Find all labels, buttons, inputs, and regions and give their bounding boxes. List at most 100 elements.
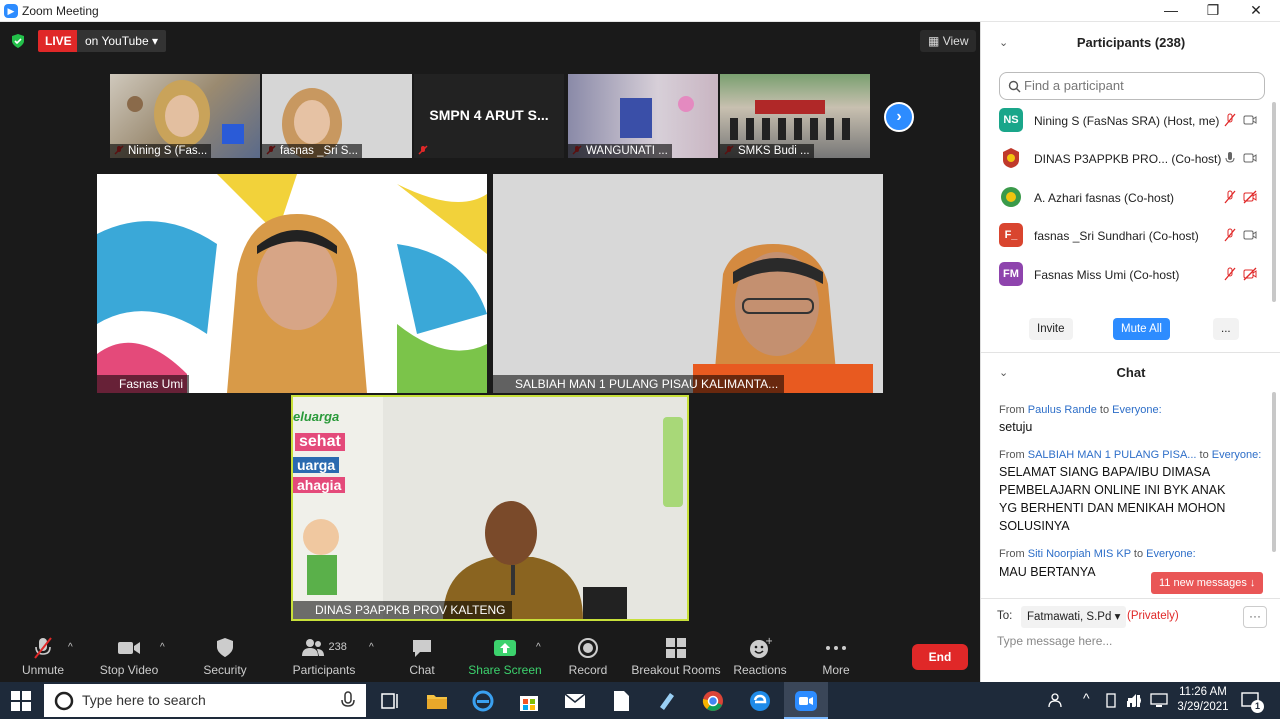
participant-search-input[interactable]: Find a participant	[999, 72, 1265, 100]
video-thumbnail[interactable]: SMPN 4 ARUT S...	[414, 74, 564, 158]
participant-name: Fasnas Miss Umi (Co-host)	[1034, 268, 1180, 282]
chat-button[interactable]: Chat	[377, 636, 467, 677]
mail-icon[interactable]	[563, 689, 587, 713]
participants-icon	[302, 639, 325, 656]
participant-avatar-logo-icon	[1001, 187, 1021, 207]
minimize-button[interactable]: —	[1156, 2, 1186, 18]
participant-avatar-emblem-icon	[1003, 148, 1019, 168]
thumbnail-name: Nining S (Fas...	[110, 144, 212, 158]
video-camera-icon	[1243, 230, 1257, 240]
side-panel: ⌄ Participants (238) Find a participant …	[980, 22, 1280, 682]
video-thumbnail[interactable]: SMKS Budi ...	[720, 74, 870, 158]
participant-row[interactable]: A. Azhari fasnas (Co-host)	[999, 182, 1259, 216]
more-button[interactable]: More	[791, 636, 881, 677]
breakout-rooms-label: Breakout Rooms	[631, 663, 721, 677]
participant-row[interactable]: FM Fasnas Miss Umi (Co-host)	[999, 259, 1259, 293]
taskbar-clock[interactable]: 11:26 AM 3/29/2021	[1174, 685, 1232, 715]
video-camera-icon	[118, 642, 140, 654]
participant-video-icon	[303, 417, 683, 619]
reactions-label: Reactions	[733, 663, 787, 677]
chat-recipient-select[interactable]: Fatmawati, S.Pd ▾	[1021, 606, 1127, 628]
thumbnail-name: fasnas _Sri S...	[262, 144, 362, 158]
chat-scrollbar[interactable]	[1272, 392, 1276, 552]
video-tile-fasnas-umi[interactable]: Fasnas Umi	[97, 174, 487, 393]
participants-options-caret[interactable]: ^	[369, 642, 374, 653]
live-badge[interactable]: LIVE	[38, 30, 79, 52]
to-label: to	[1199, 449, 1209, 461]
breakout-rooms-button[interactable]: Breakout Rooms	[628, 636, 724, 677]
video-thumbnail[interactable]: fasnas _Sri S...	[262, 74, 412, 158]
audio-options-caret[interactable]: ^	[68, 642, 73, 653]
notes-icon[interactable]	[655, 689, 679, 713]
internet-explorer-icon[interactable]	[471, 689, 495, 713]
search-icon	[1008, 80, 1021, 93]
taskbar-search-input[interactable]: Type here to search	[44, 684, 366, 717]
participant-name: A. Azhari fasnas (Co-host)	[1034, 191, 1175, 205]
store-icon[interactable]	[517, 689, 541, 713]
meeting-toolbar: Unmute ^ Stop Video ^ Security 238 Parti…	[0, 632, 980, 682]
invite-button[interactable]: Invite	[1029, 318, 1073, 340]
participants-button[interactable]: 238 Participants	[279, 636, 369, 677]
video-tile-salbiah[interactable]: SALBIAH MAN 1 PULANG PISAU KALIMANTA...	[493, 174, 883, 393]
share-options-caret[interactable]: ^	[536, 642, 541, 653]
close-button[interactable]: ✕	[1241, 2, 1271, 19]
edge-icon[interactable]	[748, 689, 772, 713]
participant-row[interactable]: F_ fasnas _Sri Sundhari (Co-host)	[999, 220, 1259, 254]
view-label: View	[942, 34, 969, 48]
video-tile-dinas-active-speaker[interactable]: eluarga sehat uarga ahagia DINAS P3APPKB…	[291, 395, 689, 621]
file-explorer-icon[interactable]	[425, 689, 449, 713]
microphone-icon[interactable]	[340, 691, 356, 711]
cortana-circle-icon	[54, 691, 74, 711]
new-messages-button[interactable]: 11 new messages ↓	[1151, 572, 1264, 594]
chat-recipient[interactable]: Everyone:	[1146, 548, 1196, 560]
chat-recipient[interactable]: Everyone:	[1112, 404, 1162, 416]
encryption-shield-icon[interactable]	[10, 33, 26, 49]
windows-start-icon[interactable]	[11, 691, 31, 711]
unmute-button[interactable]: Unmute	[0, 636, 88, 677]
people-icon[interactable]	[1048, 692, 1064, 708]
chat-message-input[interactable]: Type message here...	[997, 634, 1112, 648]
live-on-youtube-dropdown[interactable]: on YouTube ▾	[77, 30, 166, 52]
participant-name: Nining S (FasNas SRA) (Host, me)	[1034, 114, 1220, 128]
tile-name: Fasnas Umi	[97, 375, 190, 393]
video-thumbnail[interactable]: WANGUNATI ...	[568, 74, 718, 158]
notification-count-badge: 1	[1251, 700, 1264, 713]
zoom-logo-icon: ▶	[4, 4, 18, 18]
participants-title: Participants (238)	[1076, 35, 1186, 50]
tile-name: SALBIAH MAN 1 PULANG PISAU KALIMANTA...	[493, 375, 785, 393]
tray-chevron-up-icon[interactable]: ^	[1083, 690, 1090, 706]
display-icon[interactable]	[1150, 693, 1168, 708]
restore-button[interactable]: ❐	[1198, 2, 1228, 19]
next-page-button[interactable]: ›	[884, 102, 914, 132]
participants-scrollbar[interactable]	[1272, 102, 1276, 302]
task-view-icon[interactable]	[378, 689, 402, 713]
video-off-icon	[1243, 267, 1257, 281]
participant-row[interactable]: DINAS P3APPKB PRO... (Co-host)	[999, 143, 1259, 177]
participants-count: 238	[328, 641, 347, 653]
usb-drive-icon[interactable]	[1105, 693, 1117, 708]
chat-title: Chat	[1116, 365, 1146, 380]
speaker-icon[interactable]	[1127, 693, 1145, 708]
chat-sender[interactable]: Paulus Rande	[1028, 404, 1097, 416]
chat-more-button[interactable]: ···	[1243, 606, 1267, 628]
security-button[interactable]: Security	[180, 636, 270, 677]
chat-sender[interactable]: Siti Noorpiah MIS KP	[1028, 548, 1131, 560]
window-title: Zoom Meeting	[22, 4, 99, 18]
document-icon[interactable]	[609, 689, 633, 713]
video-options-caret[interactable]: ^	[160, 642, 165, 653]
chat-sender[interactable]: SALBIAH MAN 1 PULANG PISA...	[1028, 449, 1197, 461]
participant-row[interactable]: NS Nining S (FasNas SRA) (Host, me)	[999, 105, 1259, 139]
end-meeting-button[interactable]: End	[912, 644, 968, 670]
mute-all-button[interactable]: Mute All	[1113, 318, 1170, 340]
participants-more-button[interactable]: ...	[1213, 318, 1239, 340]
participant-avatar: FM	[999, 262, 1023, 286]
record-button[interactable]: Record	[543, 636, 633, 677]
video-thumbnail[interactable]: Nining S (Fas...	[110, 74, 260, 158]
view-button[interactable]: ▦ View	[920, 30, 977, 52]
breakout-rooms-icon	[666, 638, 686, 658]
chrome-icon[interactable]	[701, 689, 725, 713]
more-label: More	[822, 663, 850, 677]
chat-recipient[interactable]: Everyone:	[1212, 449, 1262, 461]
recipient-value: Fatmawati, S.Pd	[1027, 611, 1112, 623]
muted-mic-icon	[1224, 113, 1236, 127]
